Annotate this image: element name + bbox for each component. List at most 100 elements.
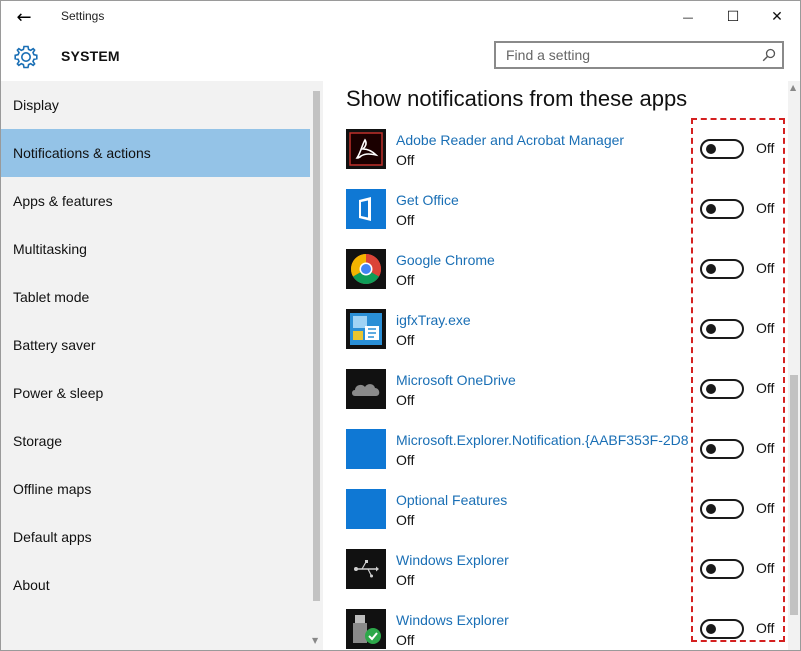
app-row-windows-explorer-2: Windows Explorer Off Off <box>323 609 788 650</box>
toggle-label: Off <box>756 200 775 216</box>
sidebar-scrollbar-thumb[interactable] <box>313 91 320 601</box>
sidebar-scrollbar[interactable]: ▼ <box>310 81 323 650</box>
app-row-get-office: Get Office Off Off <box>323 189 788 249</box>
app-status: Off <box>396 512 415 528</box>
sidebar-item-label: Multitasking <box>13 241 87 257</box>
toggle-label: Off <box>756 380 775 396</box>
toggle-knob <box>706 264 716 274</box>
maximize-icon: ☐ <box>726 9 740 25</box>
toggle-label: Off <box>756 440 775 456</box>
blank-app-icon <box>346 429 386 469</box>
notification-toggle[interactable] <box>700 619 744 639</box>
sidebar-item-tablet-mode[interactable]: Tablet mode <box>1 273 310 321</box>
sidebar-item-offline-maps[interactable]: Offline maps <box>1 465 310 513</box>
app-status: Off <box>396 632 415 648</box>
settings-window: ← Settings — ☐ ✕ SYSTEM Displa <box>0 0 801 651</box>
search-input[interactable] <box>496 43 776 67</box>
sidebar-item-label: Default apps <box>13 529 92 545</box>
app-status: Off <box>396 572 415 588</box>
page-title: SYSTEM <box>61 48 120 64</box>
settings-header: SYSTEM <box>1 33 800 81</box>
sidebar-item-multitasking[interactable]: Multitasking <box>1 225 310 273</box>
app-name[interactable]: Microsoft OneDrive <box>396 372 700 388</box>
app-row-igfxtray: igfxTray.exe Off Off <box>323 309 788 369</box>
sidebar-item-default-apps[interactable]: Default apps <box>1 513 310 561</box>
app-status: Off <box>396 452 415 468</box>
notification-toggle[interactable] <box>700 559 744 579</box>
app-name[interactable]: Get Office <box>396 192 700 208</box>
search-icon[interactable] <box>762 48 776 62</box>
app-row-explorer-notification: Microsoft.Explorer.Notification.{AABF353… <box>323 429 788 489</box>
close-button[interactable]: ✕ <box>754 1 800 33</box>
chrome-icon <box>346 249 386 289</box>
sidebar-item-label: Offline maps <box>13 481 92 497</box>
toggle-label: Off <box>756 260 775 276</box>
toggle-label: Off <box>756 140 775 156</box>
app-row-google-chrome: Google Chrome Off Off <box>323 249 788 309</box>
content-scrollbar-thumb[interactable] <box>790 375 798 615</box>
app-name[interactable]: Google Chrome <box>396 252 700 268</box>
notification-toggle[interactable] <box>700 199 744 219</box>
sidebar-item-label: Battery saver <box>13 337 96 353</box>
sidebar-item-display[interactable]: Display <box>1 81 310 129</box>
sidebar-item-label: Storage <box>13 433 63 449</box>
app-row-microsoft-onedrive: Microsoft OneDrive Off Off <box>323 369 788 429</box>
toggle-knob <box>706 564 716 574</box>
toggle-knob <box>706 204 716 214</box>
scroll-down-arrow-icon[interactable]: ▼ <box>312 636 318 645</box>
notification-toggle[interactable] <box>700 139 744 159</box>
app-name[interactable]: Windows Explorer <box>396 612 700 628</box>
app-name[interactable]: Adobe Reader and Acrobat Manager <box>396 132 700 148</box>
app-status: Off <box>396 272 415 288</box>
sidebar-item-storage[interactable]: Storage <box>1 417 310 465</box>
toggle-label: Off <box>756 500 775 516</box>
back-arrow-icon: ← <box>16 6 32 28</box>
onedrive-icon <box>346 369 386 409</box>
sidebar: Display Notifications & actions Apps & f… <box>1 81 323 650</box>
notification-toggle[interactable] <box>700 379 744 399</box>
sidebar-item-about[interactable]: About <box>1 561 310 609</box>
toggle-label: Off <box>756 320 775 336</box>
office-icon <box>346 189 386 229</box>
toggle-knob <box>706 504 716 514</box>
maximize-button[interactable]: ☐ <box>710 1 756 33</box>
sidebar-item-power-sleep[interactable]: Power & sleep <box>1 369 310 417</box>
sidebar-item-label: Apps & features <box>13 193 113 209</box>
notifications-content: Show notifications from these apps Adobe… <box>323 81 800 650</box>
sidebar-item-label: Power & sleep <box>13 385 104 401</box>
back-button[interactable]: ← <box>9 5 39 29</box>
igfx-icon <box>346 309 386 349</box>
app-name[interactable]: Optional Features <box>396 492 700 508</box>
section-heading: Show notifications from these apps <box>346 86 688 111</box>
app-row-windows-explorer-1: Windows Explorer Off Off <box>323 549 788 609</box>
minimize-icon: — <box>682 10 694 24</box>
app-name[interactable]: Microsoft.Explorer.Notification.{AABF353… <box>396 432 700 448</box>
gear-icon <box>14 45 38 69</box>
app-name[interactable]: igfxTray.exe <box>396 312 700 328</box>
notification-toggle[interactable] <box>700 259 744 279</box>
toggle-knob <box>706 624 716 634</box>
app-status: Off <box>396 392 415 408</box>
sidebar-item-apps-features[interactable]: Apps & features <box>1 177 310 225</box>
close-icon: ✕ <box>771 9 783 25</box>
window-title: Settings <box>61 9 105 23</box>
search-box[interactable] <box>494 41 784 69</box>
sidebar-item-notifications-actions[interactable]: Notifications & actions <box>1 129 310 177</box>
toggle-knob <box>706 444 716 454</box>
app-status: Off <box>396 152 415 168</box>
notification-toggle[interactable] <box>700 499 744 519</box>
notification-toggle[interactable] <box>700 319 744 339</box>
sidebar-item-battery-saver[interactable]: Battery saver <box>1 321 310 369</box>
notification-toggle[interactable] <box>700 439 744 459</box>
scroll-up-arrow-icon[interactable]: ▲ <box>790 83 796 92</box>
app-name[interactable]: Windows Explorer <box>396 552 700 568</box>
app-row-optional-features: Optional Features Off Off <box>323 489 788 549</box>
toggle-knob <box>706 144 716 154</box>
toggle-knob <box>706 324 716 334</box>
title-bar: ← Settings — ☐ ✕ <box>1 1 800 33</box>
content-scrollbar[interactable]: ▲ <box>788 81 800 650</box>
sidebar-item-label: Display <box>13 97 59 113</box>
toggle-knob <box>706 384 716 394</box>
sidebar-item-label: About <box>13 577 50 593</box>
minimize-button[interactable]: — <box>665 1 711 33</box>
